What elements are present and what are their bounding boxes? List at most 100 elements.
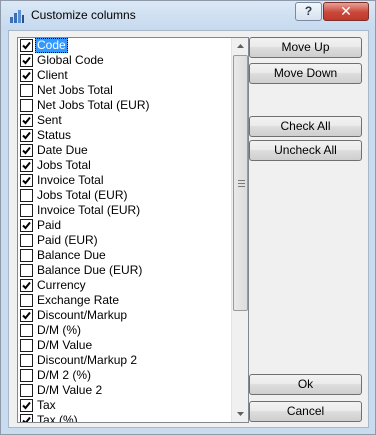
checklist-item-label: Tax — [37, 398, 56, 412]
vertical-scrollbar[interactable] — [231, 38, 248, 422]
check-all-button[interactable]: Check All — [249, 116, 362, 137]
scroll-up-arrow-icon[interactable] — [232, 38, 248, 55]
checklist-item-label: Invoice Total — [37, 173, 104, 187]
checkbox-unchecked[interactable] — [20, 249, 33, 262]
checklist-item-label: Net Jobs Total — [37, 83, 113, 97]
checkbox-unchecked[interactable] — [20, 339, 33, 352]
checkbox-checked[interactable] — [20, 279, 33, 292]
checklist-item[interactable]: Global Code — [18, 53, 230, 68]
checklist-item[interactable]: D/M Value 2 — [18, 383, 230, 398]
checklist-item[interactable]: Paid — [18, 218, 230, 233]
checklist-item-label: Invoice Total (EUR) — [37, 203, 141, 217]
checkbox-checked[interactable] — [20, 39, 33, 52]
checkbox-unchecked[interactable] — [20, 324, 33, 337]
checklist-item[interactable]: Jobs Total — [18, 158, 230, 173]
checkmark-icon — [22, 176, 31, 185]
checklist-item[interactable]: Invoice Total (EUR) — [18, 203, 230, 218]
checklist-item[interactable]: Currency — [18, 278, 230, 293]
column-chart-icon — [9, 8, 25, 24]
checkbox-checked[interactable] — [20, 174, 33, 187]
move-up-button[interactable]: Move Up — [249, 37, 362, 58]
checklist-item[interactable]: Sent — [18, 113, 230, 128]
checklist-item[interactable]: Invoice Total — [18, 173, 230, 188]
checklist-item[interactable]: D/M Value — [18, 338, 230, 353]
scrollbar-thumb[interactable] — [233, 55, 248, 311]
checklist-item-label: Date Due — [37, 143, 88, 157]
checkbox-unchecked[interactable] — [20, 234, 33, 247]
title-bar[interactable]: Customize columns ? ✕ — [1, 1, 375, 30]
checklist-item-label: Sent — [37, 113, 62, 127]
checkbox-checked[interactable] — [20, 309, 33, 322]
checklist-item[interactable]: D/M 2 (%) — [18, 368, 230, 383]
dialog-body: Code Global Code Client Net Jobs Total Net J… — [8, 30, 369, 428]
checklist-item-label: Exchange Rate — [37, 293, 120, 307]
checkbox-unchecked[interactable] — [20, 204, 33, 217]
checklist-item-label: Jobs Total (EUR) — [37, 188, 128, 202]
checkbox-unchecked[interactable] — [20, 294, 33, 307]
checklist-item[interactable]: Discount/Markup — [18, 308, 230, 323]
checkbox-unchecked[interactable] — [20, 354, 33, 367]
checklist-item[interactable]: Paid (EUR) — [18, 233, 230, 248]
checkbox-checked[interactable] — [20, 114, 33, 127]
checklist-item-label: Status — [37, 128, 72, 142]
checkmark-icon — [22, 41, 31, 50]
checklist-item-label: Tax (%) — [37, 413, 78, 423]
checkbox-unchecked[interactable] — [20, 84, 33, 97]
checkbox-unchecked[interactable] — [20, 384, 33, 397]
checklist-item-label: Paid (EUR) — [37, 233, 98, 247]
checklist-item[interactable]: Exchange Rate — [18, 293, 230, 308]
cancel-button[interactable]: Cancel — [249, 401, 362, 422]
checkmark-icon — [22, 281, 31, 290]
checklist-item-label: Currency — [37, 278, 86, 292]
checklist-rows: Code Global Code Client Net Jobs Total Net J… — [18, 38, 230, 423]
checkbox-unchecked[interactable] — [20, 369, 33, 382]
checklist-item-label: Paid — [37, 218, 62, 232]
checklist-item[interactable]: D/M (%) — [18, 323, 230, 338]
checkbox-checked[interactable] — [20, 414, 33, 422]
customize-columns-dialog: Customize columns ? ✕ Code Global Code Cli… — [0, 0, 376, 435]
checklist-item-label: Discount/Markup — [37, 308, 128, 322]
checklist-item-label: D/M Value — [37, 338, 93, 352]
checkbox-checked[interactable] — [20, 69, 33, 82]
help-button[interactable]: ? — [295, 2, 322, 21]
checkbox-unchecked[interactable] — [20, 264, 33, 277]
checklist-item[interactable]: Code — [18, 38, 230, 53]
checklist-item[interactable]: Balance Due — [18, 248, 230, 263]
checklist-item[interactable]: Date Due — [18, 143, 230, 158]
checkbox-checked[interactable] — [20, 54, 33, 67]
checkbox-checked[interactable] — [20, 159, 33, 172]
checkmark-icon — [22, 56, 31, 65]
checkmark-icon — [22, 401, 31, 410]
checklist-item[interactable]: Net Jobs Total — [18, 83, 230, 98]
columns-checklist[interactable]: Code Global Code Client Net Jobs Total Net J… — [17, 37, 249, 423]
checkbox-unchecked[interactable] — [20, 99, 33, 112]
checklist-item[interactable]: Net Jobs Total (EUR) — [18, 98, 230, 113]
checklist-item[interactable]: Client — [18, 68, 230, 83]
checkmark-icon — [22, 71, 31, 80]
checklist-item-label: D/M (%) — [37, 323, 81, 337]
checkmark-icon — [22, 161, 31, 170]
checklist-item[interactable]: Tax — [18, 398, 230, 413]
scroll-down-arrow-icon[interactable] — [232, 405, 248, 422]
checklist-item-label: Jobs Total — [37, 158, 91, 172]
checklist-item[interactable]: Status — [18, 128, 230, 143]
checklist-item[interactable]: Balance Due (EUR) — [18, 263, 230, 278]
checklist-item[interactable]: Jobs Total (EUR) — [18, 188, 230, 203]
uncheck-all-button[interactable]: Uncheck All — [249, 140, 362, 161]
checkmark-icon — [22, 116, 31, 125]
checkbox-unchecked[interactable] — [20, 189, 33, 202]
checkbox-checked[interactable] — [20, 219, 33, 232]
checkbox-checked[interactable] — [20, 144, 33, 157]
checklist-item-label: Global Code — [37, 53, 104, 67]
checkmark-icon — [22, 221, 31, 230]
checkbox-checked[interactable] — [20, 129, 33, 142]
move-down-button[interactable]: Move Down — [249, 63, 362, 84]
checklist-item[interactable]: Tax (%) — [18, 413, 230, 423]
ok-button[interactable]: Ok — [249, 374, 362, 395]
checkbox-checked[interactable] — [20, 399, 33, 412]
checklist-item-label: Client — [37, 68, 68, 82]
close-button[interactable]: ✕ — [323, 2, 369, 21]
checklist-item[interactable]: Discount/Markup 2 — [18, 353, 230, 368]
checkmark-icon — [22, 416, 31, 422]
checklist-item-label: Balance Due — [37, 248, 106, 262]
